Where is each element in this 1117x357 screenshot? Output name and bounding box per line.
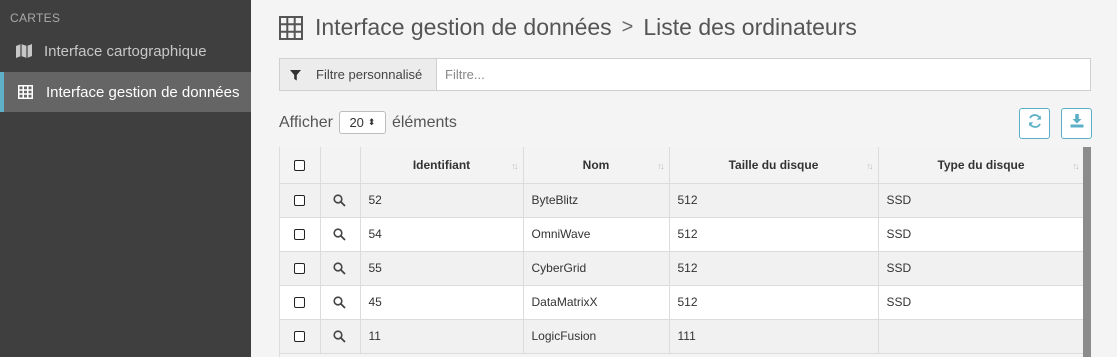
sidebar-item-label: Interface gestion de données [46,83,240,101]
row-checkbox[interactable] [293,297,305,309]
sort-icon: ↑↓ [511,161,519,171]
sidebar: CARTES Interface cartographique Interfac… [0,0,251,357]
computers-table: Identifiant ↑↓ Nom ↑↓ Taille du disque ↑… [279,147,1091,357]
cell-nom: LogicFusion [523,319,670,354]
map-icon [16,43,34,59]
cell-nom: CyberGrid [523,251,670,286]
row-checkbox[interactable] [293,331,305,343]
cell-identifiant: 54 [360,217,524,252]
cell-nom: ByteBlitz [523,183,670,218]
cell-type: SSD [878,183,1085,218]
row-checkbox[interactable] [293,263,305,275]
page-size-value: 20 [349,115,364,130]
download-button[interactable] [1061,108,1092,139]
table-row[interactable]: 55 CyberGrid 512 SSD [280,251,1085,286]
cell-taille: 512 [669,285,879,320]
grid-icon [279,15,303,40]
cell-taille: 512 [669,251,879,286]
column-header-taille[interactable]: Taille du disque ↑↓ [669,147,879,184]
table-row[interactable]: 11 LogicFusion 111 [280,319,1085,354]
table-row[interactable]: 52 ByteBlitz 512 SSD [280,183,1085,218]
sort-icon: ↑↓ [866,161,874,171]
cell-nom: OmniWave [523,217,670,252]
cell-identifiant: 11 [360,319,524,354]
cell-taille: 512 [669,183,879,218]
filter-bar: Filtre personnalisé [279,58,1091,91]
sort-icon: ↑↓ [1072,161,1080,171]
cell-type [878,319,1085,354]
main-content: Interface gestion de données > Liste des… [251,0,1117,357]
grid-icon [18,84,36,100]
breadcrumb-current: Liste des ordinateurs [643,14,857,40]
column-header-nom[interactable]: Nom ↑↓ [523,147,670,184]
table-scrollbar[interactable] [1083,147,1091,357]
magnifier-icon[interactable] [333,228,346,241]
page-size-control: Afficher 20 ⬍ éléments [279,111,457,134]
download-icon [1070,114,1084,133]
magnifier-icon[interactable] [333,262,346,275]
refresh-button[interactable] [1019,108,1050,139]
select-all-checkbox[interactable] [293,160,305,172]
sidebar-item-cartographique[interactable]: Interface cartographique [0,31,251,71]
column-header-identifiant[interactable]: Identifiant ↑↓ [360,147,524,184]
sidebar-item-label: Interface cartographique [44,42,207,60]
cell-type: SSD [878,251,1085,286]
cell-type: SSD [878,285,1085,320]
page-title: Interface gestion de données > Liste des… [279,14,857,41]
table-row[interactable]: 54 OmniWave 512 SSD [280,217,1085,252]
sort-icon: ↑↓ [657,161,665,171]
column-header-type[interactable]: Type du disque ↑↓ [878,147,1085,184]
custom-filter-button[interactable]: Filtre personnalisé [280,59,437,90]
custom-filter-label: Filtre personnalisé [316,67,423,82]
cell-identifiant: 52 [360,183,524,218]
cell-nom: DataMatrixX [523,285,670,320]
select-caret-icon: ⬍ [367,117,376,127]
magnifier-icon[interactable] [333,330,346,343]
row-checkbox[interactable] [293,195,305,207]
page-size-select[interactable]: 20 ⬍ [338,111,386,134]
page-size-prefix: Afficher [279,113,333,131]
select-all-header [280,147,321,184]
sidebar-section-label: CARTES [10,11,61,25]
cell-identifiant: 55 [360,251,524,286]
cell-taille: 111 [669,319,879,354]
row-checkbox[interactable] [293,229,305,241]
table-header-row: Identifiant ↑↓ Nom ↑↓ Taille du disque ↑… [280,147,1085,184]
breadcrumb-separator: > [621,16,634,38]
table-row[interactable]: 45 DataMatrixX 512 SSD [280,285,1085,320]
refresh-icon [1027,113,1043,134]
filter-icon [290,69,302,81]
filter-input[interactable] [437,59,1090,90]
sidebar-item-gestion-donnees[interactable]: Interface gestion de données [0,72,251,112]
breadcrumb-parent[interactable]: Interface gestion de données [315,14,612,41]
cell-type: SSD [878,217,1085,252]
cell-identifiant: 45 [360,285,524,320]
view-column-header [320,147,361,184]
magnifier-icon[interactable] [333,194,346,207]
page-size-suffix: éléments [391,113,457,131]
cell-taille: 512 [669,217,879,252]
magnifier-icon[interactable] [333,296,346,309]
